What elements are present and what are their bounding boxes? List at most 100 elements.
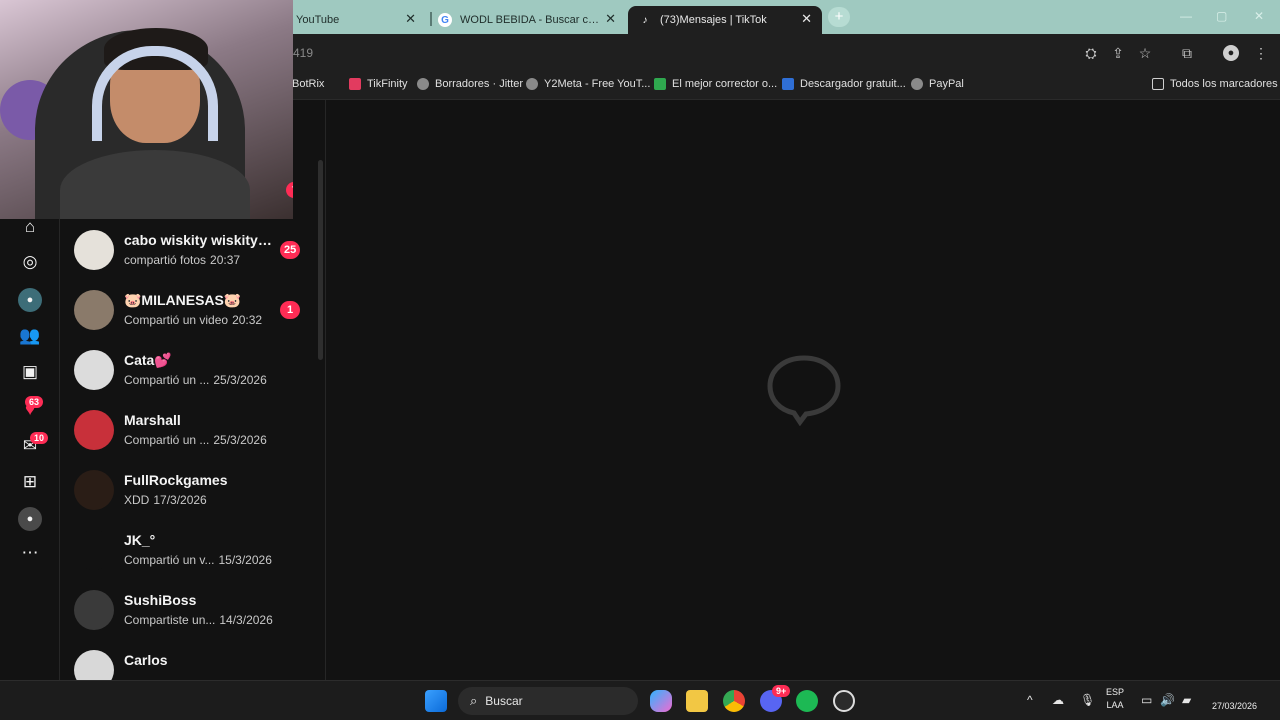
translate-icon[interactable]: ⛭ [1083, 45, 1099, 61]
google-icon: G [438, 13, 452, 27]
list-item[interactable]: Marshall Compartió un ... 25/3/2026 [60, 400, 310, 460]
webcam-overlay: 7 [0, 0, 293, 219]
onedrive-icon[interactable]: ☁ [1052, 693, 1064, 707]
all-bookmarks-folder[interactable]: Todos los marcadores [1152, 78, 1278, 90]
chevron-up-icon[interactable]: ^ [1027, 693, 1033, 707]
bookmark-jitter[interactable]: Borradores · Jitter [417, 78, 523, 90]
conversation-preview: compartió fotos 20:37 [124, 253, 240, 267]
bookmark-descargador[interactable]: Descargador gratuit... [782, 78, 906, 90]
windows-start-icon[interactable] [425, 690, 447, 712]
list-item[interactable]: Carlos [60, 640, 310, 680]
tiktok-icon: ♪ [642, 14, 648, 26]
conversation-name: cabo wiskity wiskity q... [124, 232, 274, 248]
more-dots-icon[interactable]: ⋯ [18, 541, 42, 565]
tab-google-search[interactable]: G WODL BEBIDA - Buscar con Google ✕ [430, 6, 626, 34]
bookmark-star-icon[interactable]: ☆ [1137, 45, 1153, 61]
new-tab-button[interactable]: + [828, 7, 850, 27]
url-text[interactable]: 419 [293, 46, 313, 60]
list-item[interactable]: 🐷MILANESAS🐷 Compartió un video 20:32 1 [60, 280, 310, 340]
profile-avatar-icon[interactable]: ● [18, 507, 42, 531]
conversation-message: XDD [124, 493, 150, 507]
list-item[interactable]: cabo wiskity wiskity q... compartió foto… [60, 220, 310, 280]
language-indicator[interactable]: ESP LAA [1106, 686, 1124, 712]
microphone-icon[interactable]: 🎙 [1080, 693, 1095, 707]
upload-plus-icon[interactable]: ⊞ [18, 470, 42, 494]
install-app-icon[interactable]: ⇪ [1110, 45, 1126, 61]
bookmark-label: Borradores · Jitter [435, 78, 524, 90]
tikfinity-icon [349, 78, 361, 90]
bookmark-label: TikFinity [367, 78, 408, 90]
obs-icon[interactable] [833, 690, 855, 712]
minimize-icon[interactable]: — [1180, 9, 1192, 23]
conversation-message: Compartió un ... [124, 373, 210, 387]
bookmark-label: Todos los marcadores [1170, 78, 1278, 90]
unread-badge: 1 [280, 301, 300, 319]
tab-label: (73)Mensajes | TikTok [660, 14, 767, 26]
conversation-time: 20:32 [232, 313, 263, 327]
bookmark-botrix[interactable]: BotRix [292, 78, 324, 90]
chat-empty-panel [327, 100, 1280, 680]
bookmark-label: PayPal [929, 78, 964, 90]
following-avatar-icon[interactable]: ● [18, 288, 42, 312]
avatar [74, 650, 114, 680]
folder-icon [1152, 78, 1164, 90]
tab-tiktok-messages[interactable]: ♪ (73)Mensajes | TikTok ✕ [628, 6, 822, 34]
live-tv-icon[interactable]: ▣ [18, 360, 42, 384]
tab-youtube[interactable]: YouTube ✕ [296, 6, 426, 34]
spotify-icon[interactable] [796, 690, 818, 712]
keyboard-layout: LAA [1106, 700, 1124, 710]
volume-icon[interactable]: 🔊 [1160, 693, 1175, 707]
extensions-icon[interactable]: ⧉ [1179, 45, 1195, 61]
messages-badge: 10 [30, 432, 49, 444]
bookmark-label: Descargador gratuit... [800, 78, 906, 90]
conversation-message: compartió fotos [124, 253, 207, 267]
list-scrollbar[interactable] [318, 160, 323, 360]
list-item[interactable]: SushiBoss Compartiste un... 14/3/2026 [60, 580, 310, 640]
search-icon: ⌕ [470, 693, 478, 708]
bookmark-label: Y2Meta - Free YouT... [544, 78, 651, 90]
avatar [74, 230, 114, 270]
conversation-message: Compartiste un... [124, 613, 216, 627]
close-window-icon[interactable]: ✕ [1254, 9, 1264, 23]
menu-dots-icon[interactable]: ⋮ [1253, 45, 1269, 61]
bookmark-paypal[interactable]: PayPal [911, 78, 964, 90]
close-tab-icon[interactable]: ✕ [405, 11, 416, 27]
list-item[interactable]: Cata💕 Compartió un ... 25/3/2026 [60, 340, 310, 400]
conversation-preview: Compartió un v... 15/3/2026 [124, 553, 272, 567]
list-item[interactable]: FullRockgames XDD 17/3/2026 [60, 460, 310, 520]
bookmark-tikfinity[interactable]: TikFinity [349, 78, 408, 90]
conversation-time: 25/3/2026 [213, 373, 267, 387]
conversation-name: FullRockgames [124, 472, 228, 488]
conversation-name: SushiBoss [124, 592, 197, 608]
taskbar-date[interactable]: 27/03/2026 [1212, 701, 1257, 711]
battery-icon[interactable]: ▰ [1182, 693, 1191, 707]
conversation-time: 14/3/2026 [219, 613, 273, 627]
conversation-message: Compartió un video [124, 313, 229, 327]
language-code: ESP [1106, 687, 1125, 697]
chat-bubble-icon [767, 355, 841, 426]
maximize-icon[interactable]: ▢ [1216, 9, 1227, 23]
chrome-icon[interactable] [723, 690, 745, 712]
close-tab-icon[interactable]: ✕ [605, 11, 616, 27]
conversation-time: 17/3/2026 [153, 493, 207, 507]
close-tab-icon[interactable]: ✕ [801, 11, 812, 27]
conversation-time: 15/3/2026 [218, 553, 272, 567]
conversation-message: Compartió un v... [124, 553, 215, 567]
friends-icon[interactable]: 👥 [18, 324, 42, 348]
conversation-name: Marshall [124, 412, 181, 428]
bookmark-label: BotRix [292, 78, 325, 90]
bookmark-label: El mejor corrector o... [672, 78, 778, 90]
bookmark-corrector[interactable]: El mejor corrector o... [654, 78, 777, 90]
bookmark-y2meta[interactable]: Y2Meta - Free YouT... [526, 78, 650, 90]
taskbar-search[interactable]: ⌕ Buscar [458, 687, 638, 715]
file-explorer-icon[interactable] [686, 690, 708, 712]
network-icon[interactable]: ▭ [1141, 693, 1152, 707]
globe-icon [417, 78, 429, 90]
search-label: Buscar [485, 694, 523, 708]
list-item[interactable]: JK_° Compartió un v... 15/3/2026 [60, 520, 310, 580]
globe-icon [526, 78, 538, 90]
copilot-icon[interactable] [650, 690, 672, 712]
globe-icon [911, 78, 923, 90]
explore-compass-icon[interactable]: ◎ [18, 250, 42, 274]
profile-avatar-icon[interactable]: ● [1223, 45, 1239, 61]
